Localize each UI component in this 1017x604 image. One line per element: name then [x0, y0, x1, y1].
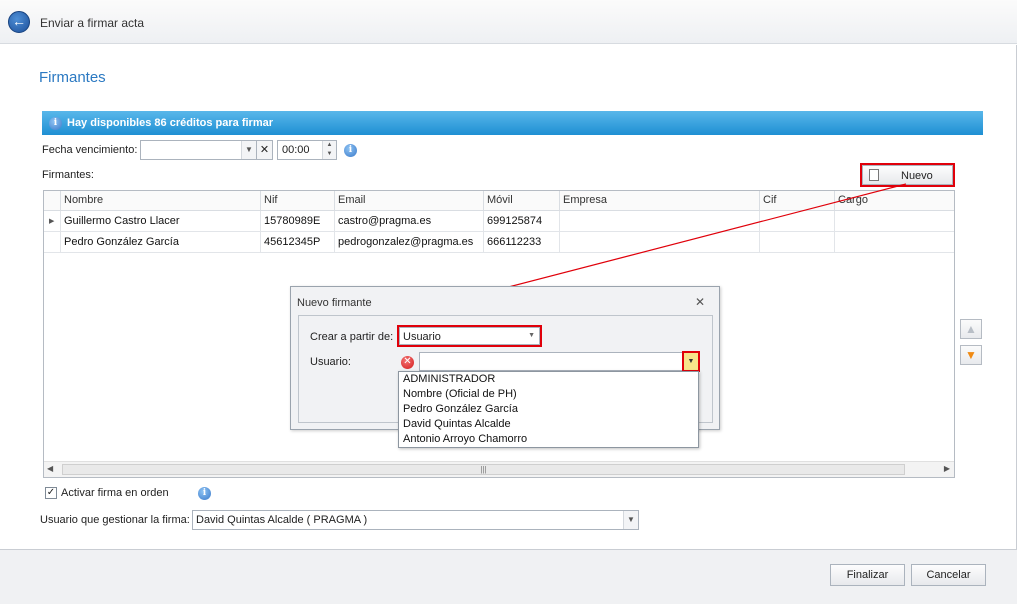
create-from-label: Crear a partir de:: [310, 331, 394, 343]
chevron-down-icon[interactable]: ▼: [682, 351, 700, 372]
user-label: Usuario:: [310, 356, 351, 368]
manager-select[interactable]: David Quintas Alcalde ( PRAGMA ) ▼: [192, 510, 639, 530]
user-select[interactable]: [419, 352, 698, 371]
error-icon: ✕: [401, 356, 414, 369]
close-icon[interactable]: ✕: [695, 295, 705, 309]
list-item[interactable]: Antonio Arroyo Chamorro: [399, 432, 698, 447]
finish-button[interactable]: Finalizar: [830, 564, 905, 586]
sign-in-order-label: Activar firma en orden: [61, 487, 169, 499]
dialog-title: Nuevo firmante: [297, 297, 372, 309]
create-from-select[interactable]: Usuario ▼: [397, 325, 542, 347]
cancel-button[interactable]: Cancelar: [911, 564, 986, 586]
user-dropdown-list: ADMINISTRADOR Nombre (Oficial de PH) Ped…: [398, 371, 699, 448]
sign-in-order-checkbox[interactable]: ✓: [45, 487, 57, 499]
chevron-down-icon[interactable]: ▼: [623, 511, 638, 529]
list-item[interactable]: David Quintas Alcalde: [399, 417, 698, 432]
manager-value: David Quintas Alcalde ( PRAGMA ): [196, 514, 368, 526]
chevron-down-icon[interactable]: ▼: [528, 332, 535, 339]
list-item[interactable]: ADMINISTRADOR: [399, 372, 698, 387]
create-from-value: Usuario: [403, 331, 441, 343]
list-item[interactable]: Nombre (Oficial de PH): [399, 387, 698, 402]
footer-bar: Finalizar Cancelar: [0, 549, 1017, 604]
list-item[interactable]: Pedro González García: [399, 402, 698, 417]
sign-in-order-info-icon[interactable]: i: [198, 487, 211, 500]
manager-label: Usuario que gestionar la firma:: [40, 514, 190, 526]
